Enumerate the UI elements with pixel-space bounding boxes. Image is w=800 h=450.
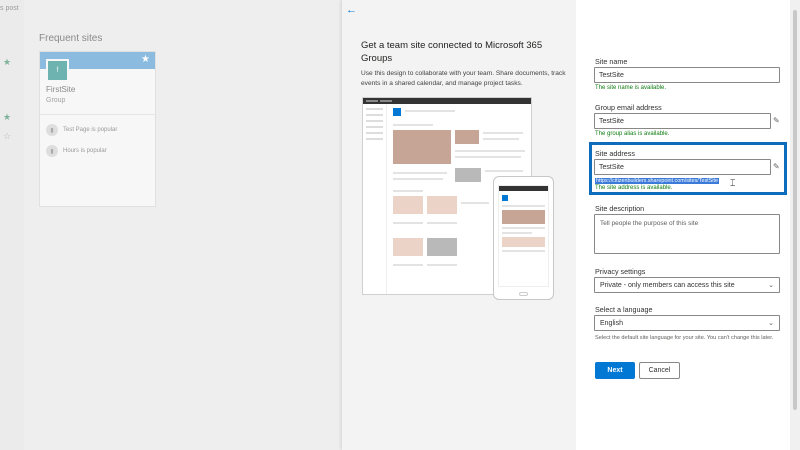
pencil-icon[interactable]: ✎ xyxy=(773,162,780,171)
chevron-down-icon: ⌄ xyxy=(768,320,774,327)
language-value: English xyxy=(600,319,623,327)
pencil-icon[interactable]: ✎ xyxy=(773,116,780,125)
activity-item[interactable]: ▮ Test Page is popular xyxy=(46,124,117,136)
next-button[interactable]: Next xyxy=(595,362,635,379)
cancel-button[interactable]: Cancel xyxy=(639,362,680,379)
site-name-status: The site name is available. xyxy=(595,85,667,91)
language-hint: Select the default site language for you… xyxy=(595,335,774,341)
privacy-label: Privacy settings xyxy=(595,267,646,276)
site-address-status: The site address is available. xyxy=(595,185,673,191)
site-address-input[interactable]: TestSite xyxy=(594,159,771,175)
star-icon[interactable]: ★ xyxy=(3,57,11,68)
group-email-input[interactable]: TestSite xyxy=(594,113,771,129)
language-label: Select a language xyxy=(595,305,653,314)
site-name-label: Site name xyxy=(595,57,628,66)
background-page: s post ★ ★ ☆ Frequent sites ★ f FirstSit… xyxy=(0,0,342,450)
background-top-text: s post xyxy=(0,5,19,12)
site-card-type: Group xyxy=(46,97,66,104)
chart-icon: ▮ xyxy=(46,124,58,136)
divider xyxy=(40,114,155,115)
site-name-input[interactable]: TestSite xyxy=(594,67,780,83)
group-email-label: Group email address xyxy=(595,103,662,112)
privacy-select[interactable]: Private - only members can access this s… xyxy=(594,277,780,293)
site-card-name[interactable]: FirstSite xyxy=(46,85,75,94)
mouse-cursor-icon: ⌶ xyxy=(730,178,736,188)
activity-item[interactable]: ▮ Hours is popular xyxy=(46,145,107,157)
scrollbar[interactable] xyxy=(790,0,800,450)
chevron-down-icon: ⌄ xyxy=(768,282,774,289)
site-address-url[interactable]: https://citizenbuilders.sharepoint.com/s… xyxy=(595,178,719,184)
star-icon[interactable]: ★ xyxy=(3,112,11,123)
site-form: Site name TestSite The site name is avai… xyxy=(342,0,790,450)
site-description-label: Site description xyxy=(595,204,645,213)
site-logo: f xyxy=(46,59,69,82)
star-icon[interactable]: ★ xyxy=(141,54,150,65)
frequent-sites-title: Frequent sites xyxy=(39,33,103,44)
group-email-status: The group alias is available. xyxy=(595,131,670,137)
star-outline-icon[interactable]: ☆ xyxy=(3,131,11,142)
activity-text: Test Page is popular xyxy=(63,127,118,133)
scrollbar-thumb[interactable] xyxy=(793,10,797,410)
activity-text: Hours is popular xyxy=(63,148,107,154)
site-address-label: Site address xyxy=(595,149,635,158)
privacy-value: Private - only members can access this s… xyxy=(600,281,735,289)
site-description-input[interactable]: Tell people the purpose of this site xyxy=(594,214,780,254)
site-card[interactable]: ★ f FirstSite Group ▮ Test Page is popul… xyxy=(39,51,156,207)
chart-icon: ▮ xyxy=(46,145,58,157)
language-select[interactable]: English ⌄ xyxy=(594,315,780,331)
